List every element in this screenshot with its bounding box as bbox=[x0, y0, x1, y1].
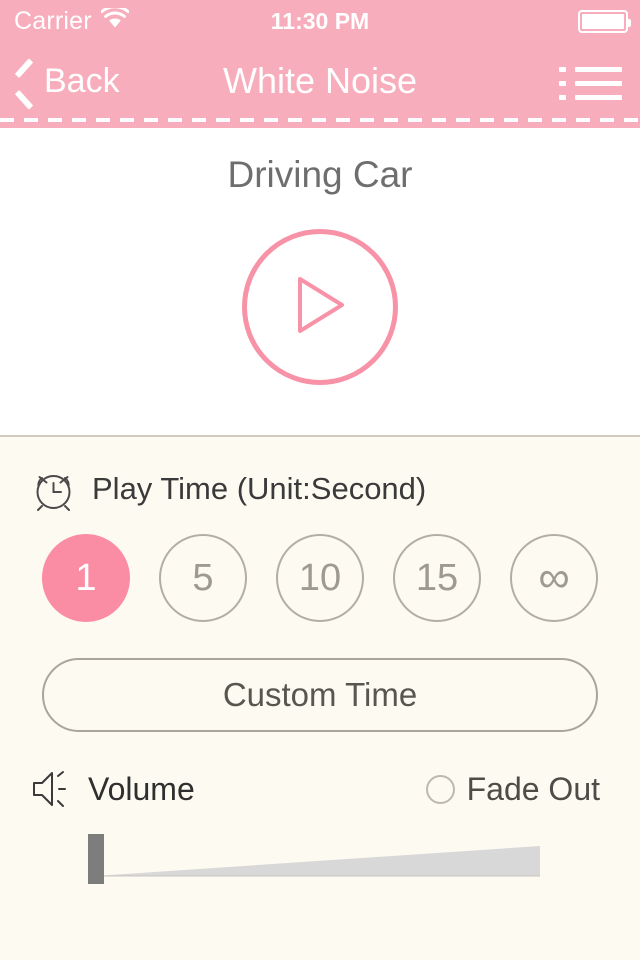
fade-out-toggle[interactable]: Fade Out bbox=[425, 771, 610, 807]
menu-bar bbox=[575, 80, 622, 86]
status-bar-right bbox=[578, 0, 631, 42]
menu-row bbox=[559, 94, 622, 100]
nav-bar: Back White Noise bbox=[0, 42, 640, 128]
play-button[interactable] bbox=[242, 229, 398, 385]
speaker-icon bbox=[30, 768, 74, 810]
status-time: 11:30 PM bbox=[270, 7, 370, 34]
app-screen: Carrier 11:30 PM Back White Noise Drivin… bbox=[0, 0, 640, 960]
menu-bullet bbox=[559, 66, 566, 72]
volume-slider-thumb[interactable] bbox=[88, 834, 104, 884]
battery-fill bbox=[582, 13, 624, 29]
menu-bullet bbox=[559, 80, 566, 86]
nav-dashed-divider bbox=[0, 118, 640, 122]
play-time-options: 1 5 10 15 ∞ bbox=[0, 512, 640, 622]
volume-label: Volume bbox=[88, 771, 195, 807]
volume-label-group: Volume bbox=[30, 768, 195, 810]
sound-title: Driving Car bbox=[227, 154, 413, 195]
time-option-infinite[interactable]: ∞ bbox=[510, 534, 598, 622]
back-button-label: Back bbox=[44, 62, 120, 100]
settings-panel: Play Time (Unit:Second) 1 5 10 15 ∞ Cust… bbox=[0, 437, 640, 960]
time-option-10[interactable]: 10 bbox=[276, 534, 364, 622]
carrier-label: Carrier bbox=[14, 6, 92, 35]
battery-full-icon bbox=[578, 9, 631, 33]
alarm-clock-icon bbox=[30, 465, 77, 512]
volume-row: Volume Fade Out bbox=[0, 732, 640, 810]
player-panel: Driving Car bbox=[0, 128, 640, 437]
time-option-1[interactable]: 1 bbox=[42, 534, 130, 622]
list-menu-icon[interactable] bbox=[559, 42, 622, 122]
volume-slider[interactable] bbox=[0, 826, 640, 906]
status-bar-left: Carrier bbox=[14, 0, 130, 42]
status-bar: Carrier 11:30 PM bbox=[0, 0, 640, 42]
play-button-wrapper bbox=[0, 229, 640, 385]
play-time-label: Play Time (Unit:Second) bbox=[92, 471, 427, 506]
play-time-header: Play Time (Unit:Second) bbox=[0, 437, 640, 512]
play-triangle-icon bbox=[292, 274, 348, 341]
time-option-15[interactable]: 15 bbox=[393, 534, 481, 622]
chevron-left-icon bbox=[14, 63, 36, 99]
wifi-icon bbox=[100, 5, 130, 34]
back-button[interactable]: Back bbox=[14, 42, 120, 120]
menu-row bbox=[559, 66, 622, 72]
menu-bar bbox=[575, 94, 622, 100]
fade-out-radio[interactable] bbox=[425, 774, 455, 804]
fade-out-label: Fade Out bbox=[466, 771, 600, 807]
custom-time-button[interactable]: Custom Time bbox=[42, 658, 598, 732]
menu-bullet bbox=[559, 94, 566, 100]
menu-row bbox=[559, 80, 622, 86]
menu-bar bbox=[575, 66, 622, 72]
time-option-5[interactable]: 5 bbox=[159, 534, 247, 622]
